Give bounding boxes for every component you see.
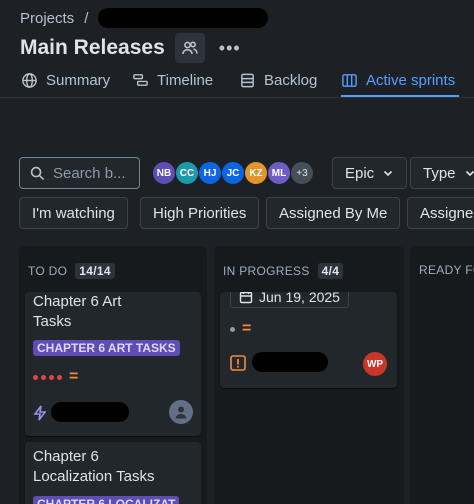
assignee-avatar[interactable]: WP [363, 352, 387, 376]
blocker-icon [230, 355, 246, 371]
column-header: READY FO [419, 263, 474, 277]
epic-lozenge[interactable]: CHAPTER 6 LOCALIZAT [33, 496, 180, 504]
more-actions-button[interactable]: ••• [215, 33, 245, 63]
redacted-issue-key [51, 402, 129, 422]
avatar-filter-jc[interactable]: JC [221, 161, 245, 185]
user-icon [175, 406, 187, 419]
unassigned-avatar[interactable] [169, 400, 193, 424]
avatar-filter-more[interactable]: +3 [290, 161, 314, 185]
redacted-project-name [98, 8, 269, 28]
tab-summary[interactable]: Summary [21, 72, 110, 89]
redacted-issue-key [252, 352, 328, 372]
more-icon: ••• [218, 37, 241, 58]
avatar-filter-kz[interactable]: KZ [244, 161, 268, 185]
avatar-filter-hj[interactable]: HJ [198, 161, 222, 185]
search-icon [30, 166, 45, 180]
quick-filter-watching[interactable]: I'm watching [19, 197, 128, 229]
avatar-filter-group: NB CC HJ JC KZ ML +3 [152, 161, 314, 185]
page-header: Main Releases ••• [20, 33, 245, 63]
board-column-todo: TO DO 14/14 Chapter 6 Art Tasks CHAPTER … [19, 246, 207, 504]
column-count: 4/4 [317, 263, 344, 279]
issue-card[interactable]: Jun 19, 2025 = WP [220, 292, 397, 388]
calendar-icon [239, 292, 253, 304]
board-column-in-progress: IN PROGRESS 4/4 Jun 19, 2025 = WP [214, 246, 404, 504]
card-title: Chapter 6 Localization Tasks [33, 448, 155, 485]
priority-indicator: = [230, 320, 252, 337]
quick-filters: I'm watching High Priorities Assigned By… [0, 197, 474, 231]
people-button[interactable] [174, 33, 205, 63]
tab-summary-label: Summary [46, 72, 111, 89]
board-column-ready: READY FO [410, 246, 474, 504]
quick-filter-assigned-by-me[interactable]: Assigned By Me [266, 197, 401, 229]
backlog-icon [241, 73, 254, 88]
card-title: Chapter 6 Art Tasks [33, 293, 122, 330]
type-dropdown[interactable]: Type [410, 157, 474, 189]
epic-dropdown[interactable]: Epic [332, 157, 408, 189]
timeline-icon [133, 74, 148, 86]
people-icon [181, 41, 198, 55]
issue-card[interactable]: Chapter 6 Art Tasks CHAPTER 6 ART TASKS … [25, 292, 201, 436]
due-date: Jun 19, 2025 [259, 292, 340, 305]
column-title: TO DO [28, 264, 68, 278]
tab-timeline[interactable]: Timeline [132, 72, 213, 89]
column-title: READY FO [419, 263, 474, 277]
column-header: TO DO 14/14 [28, 263, 115, 279]
issue-card[interactable]: Chapter 6 Localization Tasks CHAPTER 6 L… [25, 442, 201, 504]
board-icon [342, 74, 357, 87]
assignee-initials: WP [366, 358, 384, 370]
epic-lozenge[interactable]: CHAPTER 6 ART TASKS [33, 340, 180, 356]
column-title: IN PROGRESS [223, 264, 310, 278]
tab-active-sprints-label: Active sprints [366, 72, 456, 89]
search-placeholder: Search b... [53, 164, 126, 182]
column-header: IN PROGRESS 4/4 [223, 263, 344, 279]
type-dropdown-label: Type [423, 164, 456, 182]
avatar-filter-nb[interactable]: NB [152, 161, 176, 185]
tab-backlog-label: Backlog [264, 72, 318, 89]
search-input[interactable]: Search b... [19, 157, 140, 189]
tab-timeline-label: Timeline [157, 72, 214, 89]
priority-medium-icon: = [242, 320, 252, 337]
epic-dropdown-label: Epic [345, 164, 375, 182]
breadcrumb: Projects / [20, 8, 269, 28]
project-tabs: Summary Timeline Backlog Active sprints [0, 66, 474, 98]
breadcrumb-separator: / [84, 9, 89, 27]
page-title: Main Releases [20, 36, 165, 59]
due-date-badge: Jun 19, 2025 [230, 292, 349, 308]
priority-medium-icon: = [69, 368, 79, 385]
lightning-icon [33, 405, 47, 421]
quick-filter-high-priorities[interactable]: High Priorities [140, 197, 260, 229]
chevron-down-icon [465, 170, 474, 177]
avatar-filter-cc[interactable]: CC [175, 161, 199, 185]
globe-icon [22, 73, 37, 88]
breadcrumb-projects-link[interactable]: Projects [20, 10, 74, 27]
column-count: 14/14 [75, 263, 115, 279]
filter-bar: Search b... NB CC HJ JC KZ ML +3 Epic Type [0, 157, 474, 191]
tab-active-sprints[interactable]: Active sprints [341, 72, 460, 97]
priority-indicator: = [33, 368, 79, 385]
tab-backlog[interactable]: Backlog [239, 72, 317, 89]
chevron-down-icon [384, 170, 393, 177]
quick-filter-assignee[interactable]: Assigne [407, 197, 474, 229]
avatar-filter-ml[interactable]: ML [267, 161, 291, 185]
